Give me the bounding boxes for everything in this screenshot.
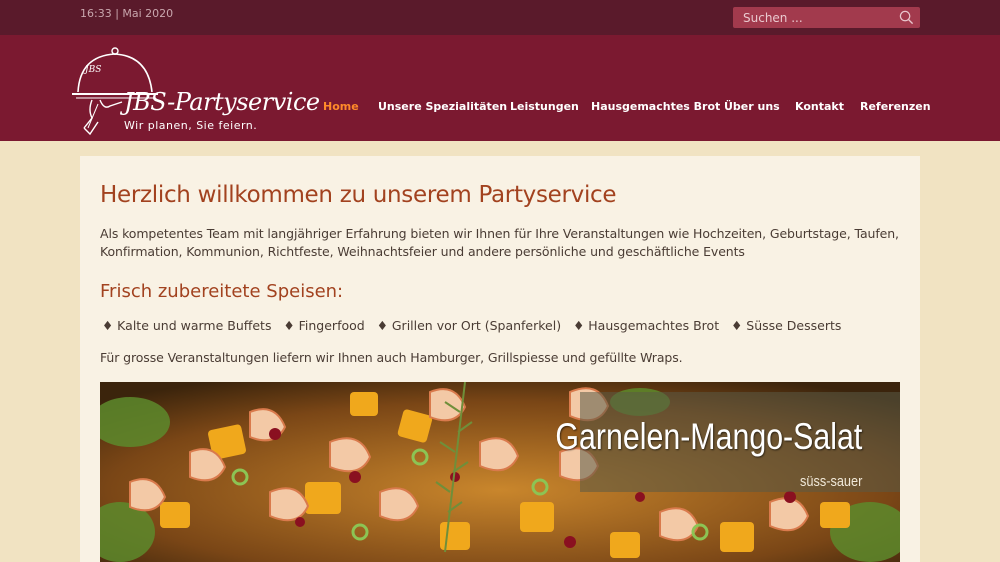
dish-item: ♦ Kalte und warme Buffets — [102, 318, 272, 333]
dish-item: ♦ Hausgemachtes Brot — [573, 318, 720, 333]
top-bar: 16:33 | Mai 2020 — [0, 0, 1000, 35]
wraps-text: Für grosse Veranstaltungen liefern wir I… — [100, 350, 683, 365]
slide-caption: Garnelen-Mango-Salat süss-sauer — [555, 392, 900, 492]
nav-item-brot[interactable]: Hausgemachtes Brot — [591, 100, 720, 113]
page-title: Herzlich willkommen zu unserem Partyserv… — [100, 182, 617, 208]
logo-tagline: Wir planen, Sie feiern. — [124, 119, 258, 132]
logo-monogram: JBS — [85, 65, 102, 75]
image-slider[interactable]: Garnelen-Mango-Salat süss-sauer — [100, 382, 900, 562]
dish-list: ♦ Kalte und warme Buffets ♦ Fingerfood ♦… — [102, 318, 849, 333]
main-nav: Home Unsere Spezialitäten Leistungen Hau… — [0, 100, 1000, 116]
dish-item: ♦ Süsse Desserts — [731, 318, 842, 333]
date-time: 16:33 | Mai 2020 — [80, 7, 174, 20]
slide-subtitle: süss-sauer — [799, 473, 862, 490]
nav-item-ueber-uns[interactable]: Über uns — [724, 100, 780, 113]
site-header: JBS JBS-Partyservice Wir planen, Sie fei… — [0, 35, 1000, 141]
search-box[interactable] — [733, 7, 920, 28]
nav-item-spezialitaeten[interactable]: Unsere Spezialitäten — [378, 100, 507, 113]
nav-item-leistungen[interactable]: Leistungen — [510, 100, 579, 113]
intro-text: Als kompetentes Team mit langjähriger Er… — [100, 226, 899, 259]
main-content: Herzlich willkommen zu unserem Partyserv… — [80, 156, 920, 562]
nav-item-referenzen[interactable]: Referenzen — [860, 100, 931, 113]
nav-item-home[interactable]: Home — [323, 100, 359, 113]
nav-item-kontakt[interactable]: Kontakt — [795, 100, 844, 113]
search-input[interactable] — [733, 7, 893, 28]
dish-item: ♦ Fingerfood — [283, 318, 365, 333]
logo[interactable]: JBS JBS-Partyservice Wir planen, Sie fei… — [70, 44, 320, 136]
slide-title: Garnelen-Mango-Salat — [555, 416, 862, 457]
section-heading: Frisch zubereitete Speisen: — [100, 281, 344, 302]
search-icon[interactable] — [899, 10, 914, 25]
dish-item: ♦ Grillen vor Ort (Spanferkel) — [376, 318, 562, 333]
